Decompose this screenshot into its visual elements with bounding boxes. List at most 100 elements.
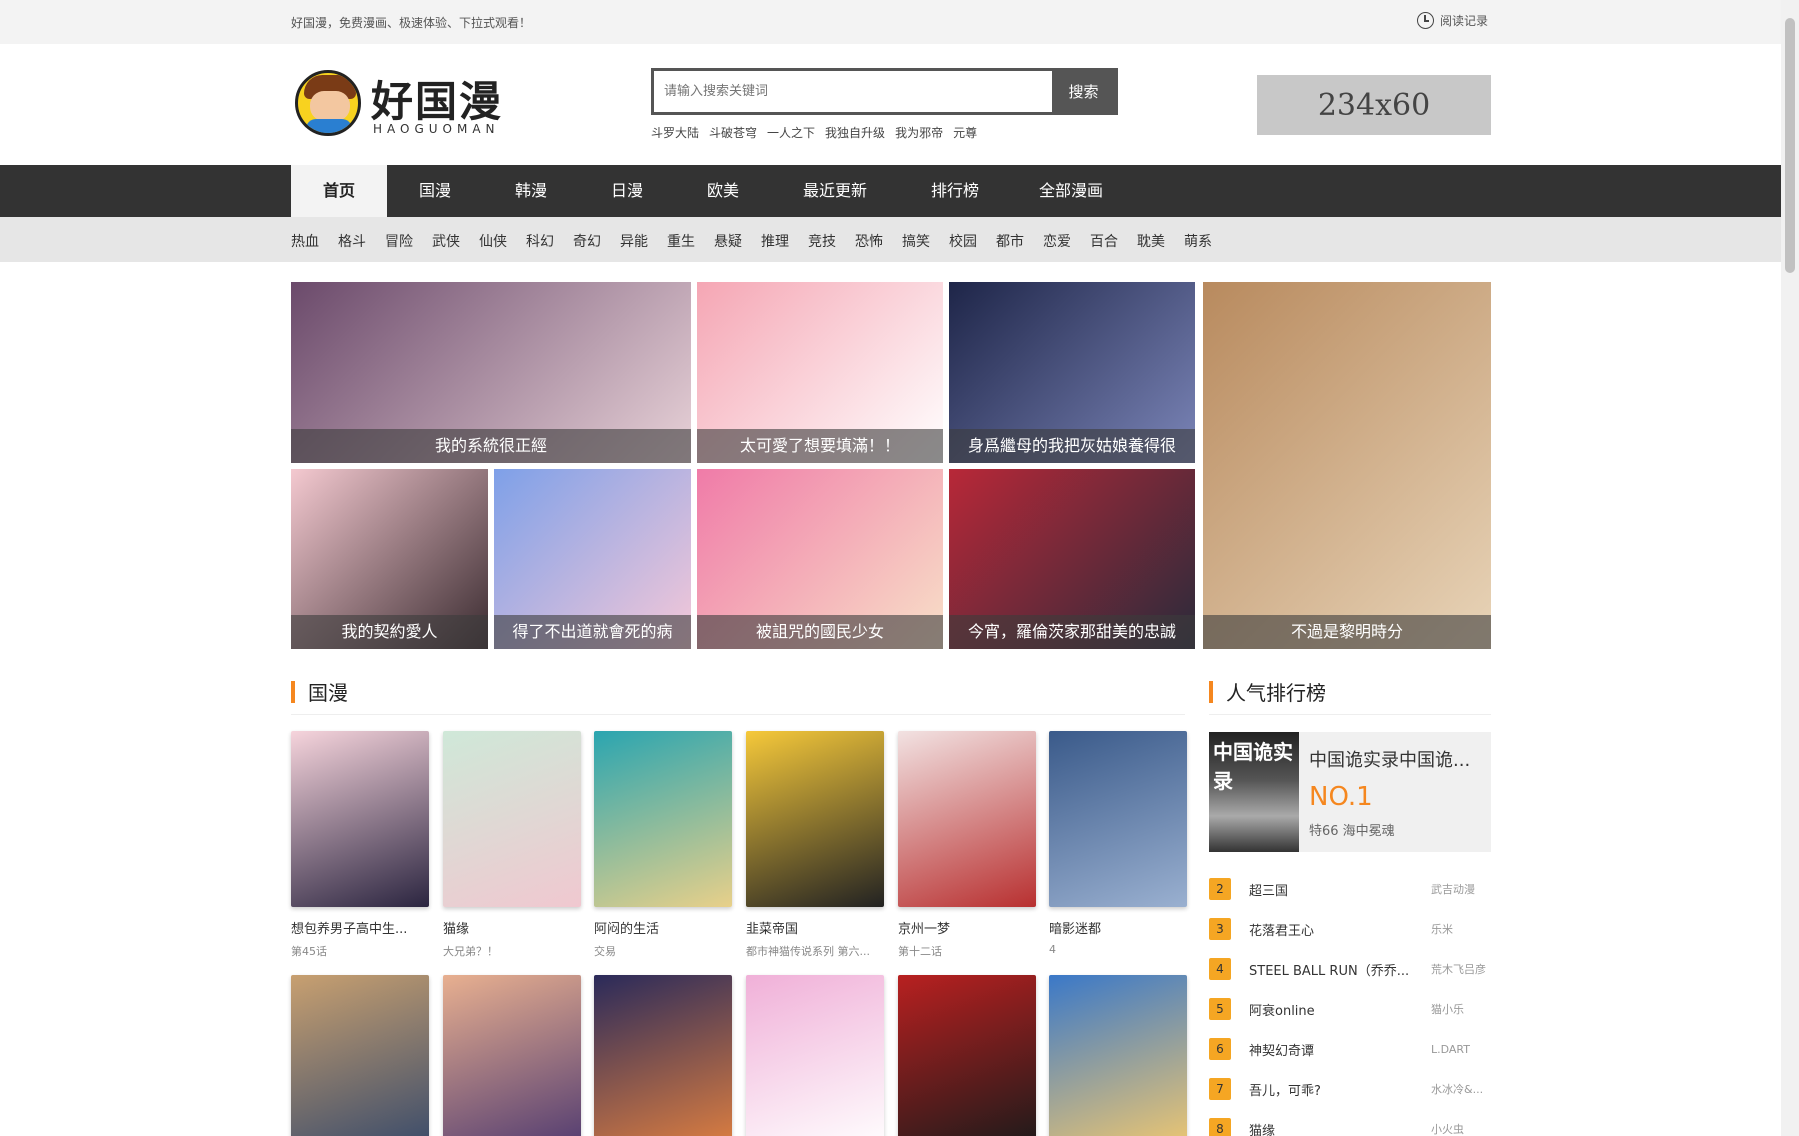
comic-latest-chapter[interactable]: 4: [1049, 943, 1187, 956]
genre-link[interactable]: 推理: [761, 231, 789, 251]
site-logo[interactable]: 好国漫 HAOGUOMAN: [295, 68, 505, 140]
genre-link[interactable]: 武侠: [432, 231, 460, 251]
comic-card[interactable]: 韭菜帝国都市神猫传说系列 第六...: [746, 731, 884, 959]
comic-cover[interactable]: [594, 731, 732, 907]
comic-card[interactable]: 想包养男子高中生... 第45话: [291, 731, 429, 959]
nav-item[interactable]: 欧美: [675, 165, 771, 217]
genre-link[interactable]: 格斗: [338, 231, 366, 251]
genre-link[interactable]: 恐怖: [855, 231, 883, 251]
comic-latest-chapter[interactable]: 都市神猫传说系列 第六...: [746, 943, 884, 959]
genre-link[interactable]: 异能: [620, 231, 648, 251]
hot-word-link[interactable]: 我为邪帝: [895, 124, 943, 141]
ranking-top-title[interactable]: 中国诡实录中国诡...: [1309, 746, 1470, 772]
comic-latest-chapter[interactable]: 第45话: [291, 943, 429, 959]
ranking-item[interactable]: 4 STEEL BALL RUN（乔乔... 荒木飞吕彦: [1209, 954, 1491, 984]
nav-item[interactable]: 全部漫画: [1011, 165, 1131, 217]
comic-title[interactable]: 京州一梦: [898, 918, 1036, 937]
banner-item[interactable]: 得了不出道就會死的病: [494, 469, 691, 649]
comic-card[interactable]: [291, 975, 429, 1136]
genre-link[interactable]: 重生: [667, 231, 695, 251]
genre-link[interactable]: 竞技: [808, 231, 836, 251]
comic-cover[interactable]: [443, 731, 581, 907]
ranking-title[interactable]: 阿衰online: [1249, 1000, 1414, 1019]
ranking-item[interactable]: 5 阿衰online 猫小乐: [1209, 994, 1491, 1024]
genre-link[interactable]: 悬疑: [714, 231, 742, 251]
comic-cover[interactable]: [1049, 975, 1187, 1136]
banner-item[interactable]: 我的契約愛人: [291, 469, 488, 649]
scrollbar-thumb[interactable]: [1785, 18, 1795, 273]
genre-link[interactable]: 热血: [291, 231, 319, 251]
ranking-item[interactable]: 8 猫缘 小火虫: [1209, 1114, 1491, 1136]
comic-cover[interactable]: [898, 731, 1036, 907]
comic-latest-chapter[interactable]: 交易: [594, 943, 732, 959]
comic-cover[interactable]: [443, 975, 581, 1136]
nav-item[interactable]: 日漫: [579, 165, 675, 217]
ranking-title[interactable]: 花落君王心: [1249, 920, 1414, 939]
comic-card[interactable]: [443, 975, 581, 1136]
comic-cover[interactable]: [291, 975, 429, 1136]
search-button[interactable]: 搜索: [1052, 71, 1115, 112]
banner-item[interactable]: 今宵，羅倫茨家那甜美的忠誠: [949, 469, 1195, 649]
hot-word-link[interactable]: 斗破苍穹: [709, 124, 757, 141]
comic-latest-chapter[interactable]: 大兄弟？！: [443, 943, 581, 959]
ranking-title[interactable]: 吾儿，可乖?: [1249, 1080, 1414, 1099]
genre-link[interactable]: 仙侠: [479, 231, 507, 251]
comic-title[interactable]: 猫缘: [443, 918, 581, 937]
genre-link[interactable]: 奇幻: [573, 231, 601, 251]
comic-card[interactable]: [746, 975, 884, 1136]
ranking-item[interactable]: 2 超三国 武吉动漫: [1209, 874, 1491, 904]
ranking-top-item[interactable]: 中国诡实录 中国诡实录中国诡... NO.1 特66 海中冕魂: [1209, 732, 1491, 852]
ranking-title[interactable]: 超三国: [1249, 880, 1414, 899]
comic-card[interactable]: 猫缘大兄弟？！: [443, 731, 581, 959]
comic-cover[interactable]: [746, 731, 884, 907]
comic-cover[interactable]: [746, 975, 884, 1136]
ranking-item[interactable]: 7 吾儿，可乖? 水冰冷&...: [1209, 1074, 1491, 1104]
search-input[interactable]: [654, 71, 1052, 112]
comic-latest-chapter[interactable]: 第十二话: [898, 943, 1036, 959]
genre-link[interactable]: 校园: [949, 231, 977, 251]
genre-link[interactable]: 冒险: [385, 231, 413, 251]
hot-word-link[interactable]: 一人之下: [767, 124, 815, 141]
nav-item[interactable]: 首页: [291, 165, 387, 217]
genre-link[interactable]: 都市: [996, 231, 1024, 251]
comic-card[interactable]: 暗影迷都 4: [1049, 731, 1187, 956]
banner-item[interactable]: 我的系統很正經: [291, 282, 691, 463]
genre-link[interactable]: 科幻: [526, 231, 554, 251]
comic-title[interactable]: 暗影迷都: [1049, 918, 1187, 937]
genre-link[interactable]: 萌系: [1184, 231, 1212, 251]
comic-title[interactable]: 想包养男子高中生...: [291, 918, 429, 937]
genre-link[interactable]: 恋爱: [1043, 231, 1071, 251]
nav-item[interactable]: 排行榜: [899, 165, 1011, 217]
hot-word-link[interactable]: 斗罗大陆: [651, 124, 699, 141]
comic-cover[interactable]: [594, 975, 732, 1136]
hot-word-link[interactable]: 我独自升级: [825, 124, 885, 141]
comic-card[interactable]: [898, 975, 1036, 1136]
ranking-title[interactable]: 神契幻奇谭: [1249, 1040, 1414, 1059]
reading-history-link[interactable]: 阅读记录: [1417, 12, 1488, 29]
comic-card[interactable]: [1049, 975, 1187, 1136]
comic-cover[interactable]: [291, 731, 429, 907]
hot-word-link[interactable]: 元尊: [953, 124, 977, 141]
genre-link[interactable]: 耽美: [1137, 231, 1165, 251]
banner-item[interactable]: 身爲繼母的我把灰姑娘養得很: [949, 282, 1195, 463]
banner-item[interactable]: 太可愛了想要填滿！！: [697, 282, 943, 463]
comic-card[interactable]: 阿闷的生活 交易: [594, 731, 732, 959]
comic-cover[interactable]: [1049, 731, 1187, 907]
page-scrollbar[interactable]: [1781, 0, 1799, 1136]
comic-title[interactable]: 韭菜帝国: [746, 918, 884, 937]
nav-item[interactable]: 最近更新: [771, 165, 899, 217]
banner-item[interactable]: 被詛咒的國民少女: [697, 469, 943, 649]
comic-cover[interactable]: [898, 975, 1036, 1136]
ranking-top-cover[interactable]: 中国诡实录: [1209, 732, 1299, 852]
ranking-title[interactable]: 猫缘: [1249, 1120, 1414, 1136]
ranking-item[interactable]: 3 花落君王心 乐米: [1209, 914, 1491, 944]
comic-card[interactable]: [594, 975, 732, 1136]
ranking-title[interactable]: STEEL BALL RUN（乔乔...: [1249, 960, 1414, 979]
nav-item[interactable]: 国漫: [387, 165, 483, 217]
genre-link[interactable]: 搞笑: [902, 231, 930, 251]
genre-link[interactable]: 百合: [1090, 231, 1118, 251]
comic-card[interactable]: 京州一梦 第十二话: [898, 731, 1036, 959]
nav-item[interactable]: 韩漫: [483, 165, 579, 217]
comic-title[interactable]: 阿闷的生活: [594, 918, 732, 937]
ranking-item[interactable]: 6 神契幻奇谭 L.DART: [1209, 1034, 1491, 1064]
